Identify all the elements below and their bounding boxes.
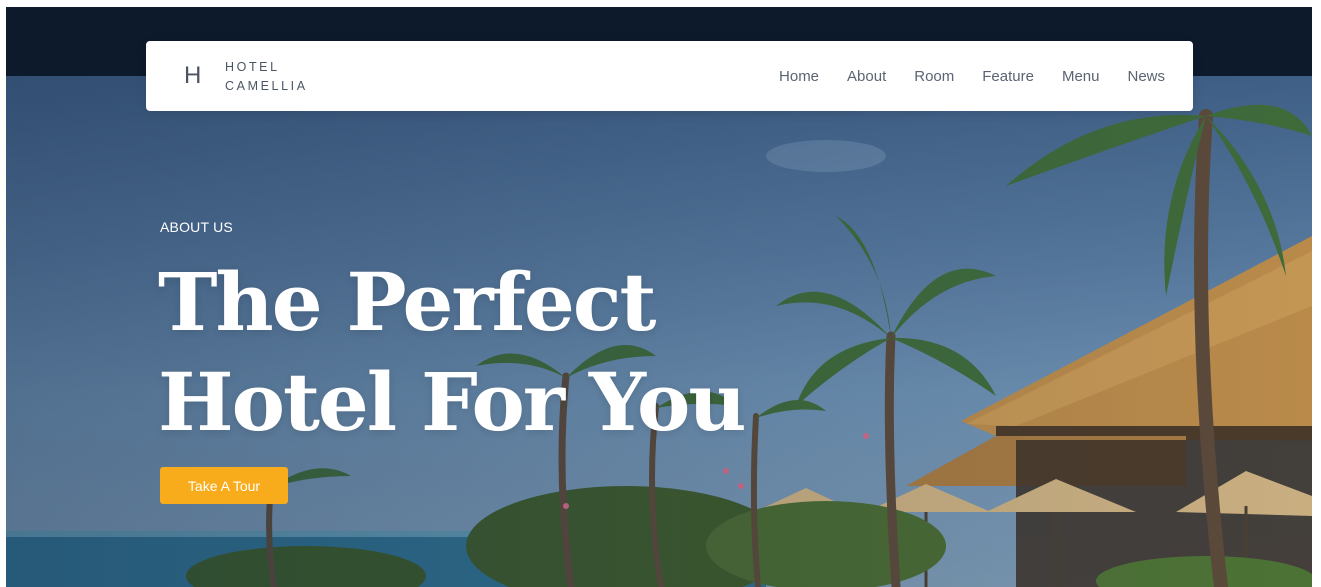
logo-mark[interactable]: H: [184, 63, 201, 89]
hero-headline-line1: The Perfect: [158, 255, 656, 349]
nav-links: Home About Room Feature Menu News: [779, 41, 1165, 111]
logo-text[interactable]: HOTEL CAMELLIA: [225, 58, 308, 96]
top-navbar: H HOTEL CAMELLIA Home About Room Feature…: [146, 41, 1193, 111]
nav-link-news[interactable]: News: [1127, 68, 1165, 85]
nav-link-about[interactable]: About: [847, 68, 886, 85]
nav-link-home[interactable]: Home: [779, 68, 819, 85]
logo-line-hotel: HOTEL: [225, 60, 280, 74]
nav-link-menu[interactable]: Menu: [1062, 68, 1100, 85]
take-a-tour-button[interactable]: Take A Tour: [160, 467, 288, 504]
hero-headline-line2: Hotel For You: [158, 355, 746, 449]
hero-headline: The Perfect Hotel For You: [158, 252, 746, 452]
nav-link-room[interactable]: Room: [914, 68, 954, 85]
logo-line-camellia: CAMELLIA: [225, 79, 308, 93]
nav-link-feature[interactable]: Feature: [982, 68, 1034, 85]
hero-eyebrow: ABOUT US: [160, 219, 233, 235]
